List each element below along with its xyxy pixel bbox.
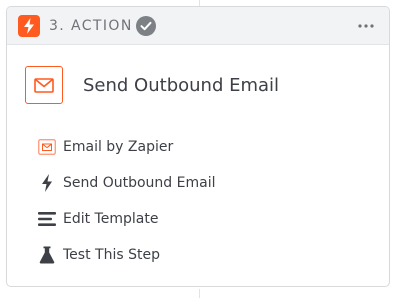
menu-item-label: Send Outbound Email [63, 175, 216, 191]
more-horizontal-icon [358, 24, 374, 28]
lines-icon [37, 209, 57, 229]
step-label: 3. ACTION [49, 18, 133, 34]
menu-item-label: Test This Step [63, 247, 160, 263]
lightning-bolt-icon [37, 173, 57, 193]
flask-icon [37, 245, 57, 265]
zap-step-canvas: 3. ACTION Send Outbound Email Email by Z… [0, 0, 400, 298]
menu-item-label: Email by Zapier [63, 139, 174, 155]
more-options-button[interactable] [355, 16, 377, 36]
menu-item-test-step[interactable]: Test This Step [25, 243, 385, 267]
menu-item-edit-template[interactable]: Edit Template [25, 207, 385, 231]
step-header[interactable]: 3. ACTION [7, 7, 389, 45]
step-title: Send Outbound Email [83, 75, 280, 96]
menu-item-app[interactable]: Email by Zapier [25, 135, 385, 159]
action-step-card[interactable]: 3. ACTION Send Outbound Email Email by Z… [6, 6, 390, 287]
step-title-row: Send Outbound Email [25, 66, 385, 106]
lightning-bolt-icon [18, 15, 40, 37]
menu-item-action[interactable]: Send Outbound Email [25, 171, 385, 195]
envelope-icon [37, 137, 57, 157]
envelope-icon [25, 66, 63, 104]
connector-line-bottom [199, 289, 200, 298]
menu-item-label: Edit Template [63, 211, 159, 227]
check-icon [136, 16, 156, 36]
